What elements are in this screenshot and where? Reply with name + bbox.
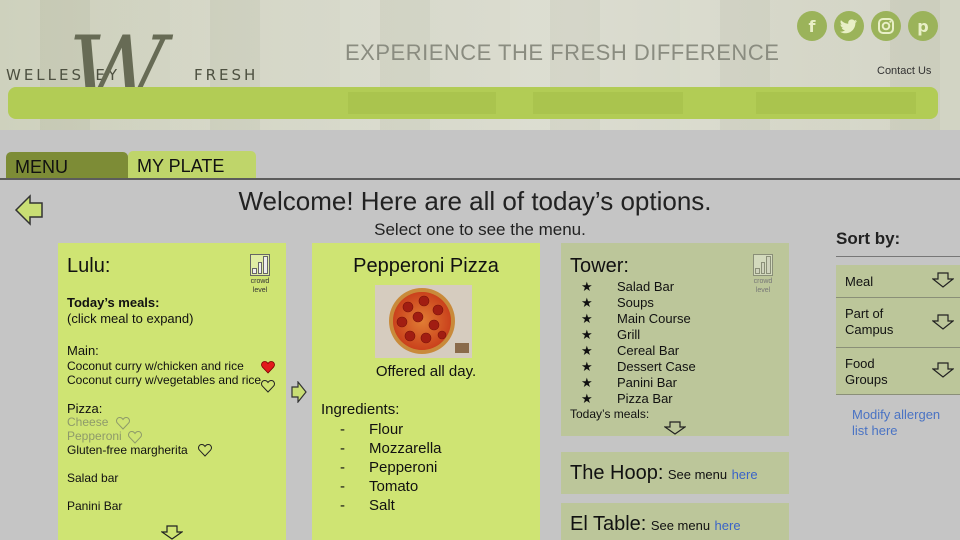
ingredient-item: - Flour (340, 421, 404, 438)
meal-item[interactable]: Coconut curry w/vegetables and rice (67, 373, 261, 387)
heart-outline-icon[interactable] (116, 416, 130, 430)
sort-by-heading: Sort by: (836, 229, 901, 248)
eltable-title: El Table: (570, 513, 647, 535)
dish-title: Pepperoni Pizza (353, 255, 499, 277)
sort-option-meal[interactable]: Meal (836, 265, 960, 298)
star-icon: ★ (581, 327, 593, 342)
lulu-card[interactable]: Lulu: crowd level Today’s meals: (click … (58, 243, 286, 540)
heart-filled-icon[interactable] (261, 360, 275, 374)
heart-outline-icon[interactable] (128, 430, 142, 444)
nav-segment[interactable] (533, 92, 683, 114)
tab-my-plate[interactable]: MY PLATE (128, 151, 256, 179)
main-label: Main: (67, 343, 99, 358)
tab-divider (0, 178, 960, 180)
star-icon: ★ (581, 359, 593, 374)
tagline: EXPERIENCE THE FRESH DIFFERENCE (345, 40, 780, 65)
pizza-label: Pizza: (67, 401, 103, 416)
the-hoop-card[interactable]: The Hoop: See menu here (561, 452, 789, 494)
see-menu-text: See menu (650, 518, 711, 533)
station-item[interactable]: ★ Pizza Bar (581, 391, 696, 407)
star-icon: ★ (581, 295, 593, 310)
sort-option-label: Part of Campus (845, 306, 894, 337)
station-item[interactable]: ★ Salad Bar (581, 279, 696, 295)
social-links: f p (797, 11, 938, 41)
todays-meals-heading: Today’s meals: (570, 407, 650, 421)
pizza-detail-card: Pepperoni Pizza Offered all day. Ingredi… (312, 243, 540, 540)
eltable-menu-link[interactable]: here (715, 518, 741, 533)
chevron-down-icon[interactable] (932, 313, 954, 330)
meal-item[interactable]: Gluten-free margherita (67, 443, 188, 457)
star-icon: ★ (581, 343, 593, 358)
station-item[interactable]: ★ Panini Bar (581, 375, 696, 391)
heart-outline-icon[interactable] (198, 443, 212, 457)
crowd-level-indicator: crowd level (245, 254, 275, 295)
station-item[interactable]: ★ Cereal Bar (581, 343, 696, 359)
station-item[interactable]: ★ Main Course (581, 311, 696, 327)
offered-time: Offered all day. (375, 363, 477, 380)
hoop-menu-link[interactable]: here (732, 467, 758, 482)
welcome-subtitle: Select one to see the menu. (374, 220, 586, 239)
welcome-heading: Welcome! Here are all of today’s options… (238, 186, 712, 216)
nav-segment[interactable] (348, 92, 496, 114)
meal-item[interactable]: Coconut curry w/chicken and rice (67, 359, 244, 373)
ingredient-item: - Mozzarella (340, 440, 442, 457)
sort-divider (836, 256, 960, 257)
facebook-icon[interactable]: f (797, 11, 827, 41)
pizza-image (375, 285, 472, 358)
meal-item[interactable]: Salad bar (67, 471, 118, 485)
crowd-level-indicator: crowd level (748, 254, 778, 295)
sort-option-label: Meal (845, 274, 874, 289)
detail-arrow-icon (291, 381, 307, 403)
station-item[interactable]: ★ Dessert Case (581, 359, 696, 375)
heart-outline-icon[interactable] (261, 379, 275, 393)
star-icon: ★ (581, 375, 593, 390)
twitter-icon[interactable] (834, 11, 864, 41)
modify-allergen-link[interactable]: Modify allergen list here (852, 407, 952, 439)
scroll-down-arrow-icon[interactable] (161, 525, 183, 540)
hoop-title: The Hoop: (570, 462, 664, 484)
star-icon: ★ (581, 391, 593, 406)
station-item[interactable]: ★ Soups (581, 295, 696, 311)
ingredients-list: - Flour - Mozzarella - Pepperoni - Tomato -S… (340, 420, 442, 515)
star-icon: ★ (581, 279, 593, 294)
meal-item-unavailable[interactable]: Pepperoni (67, 429, 122, 443)
crowd-level-label: crowd level (250, 278, 270, 294)
chevron-down-icon[interactable] (932, 362, 954, 378)
logo-text-right: FRESH (194, 66, 259, 84)
crowd-level-icon (250, 254, 270, 276)
crowd-level-label: crowd level (753, 278, 773, 294)
meal-item-unavailable[interactable]: Cheese (67, 415, 108, 429)
todays-meals-heading: Today’s meals: (67, 295, 160, 310)
station-item[interactable]: ★ Grill (581, 327, 696, 343)
ingredients-heading: Ingredients: (321, 401, 400, 418)
tower-station-list: ★ Salad Bar ★ Soups ★ Main Course ★ Grill ★ C… (581, 279, 696, 407)
expand-down-arrow-icon[interactable] (664, 421, 686, 435)
star-icon: ★ (581, 311, 593, 326)
el-table-card[interactable]: El Table: See menu here (561, 503, 789, 540)
tower-card[interactable]: Tower: crowd level ★ Salad Bar ★ Soups ★ Ma… (561, 243, 789, 436)
sort-option-food-groups[interactable]: Food Groups (836, 348, 960, 395)
meal-item[interactable]: Panini Bar (67, 499, 122, 513)
main-nav-bar[interactable] (8, 87, 938, 119)
instagram-icon[interactable] (871, 11, 901, 41)
ingredient-item: - Tomato (340, 478, 419, 495)
contact-us-link[interactable]: Contact Us (877, 65, 931, 77)
crowd-level-icon (753, 254, 773, 276)
expand-hint: (click meal to expand) (67, 311, 194, 326)
chevron-down-icon[interactable] (932, 272, 954, 288)
tab-menu[interactable]: MENU (6, 152, 128, 180)
sort-option-label: Food Groups (845, 356, 888, 387)
see-menu-text: See menu (667, 467, 728, 482)
ingredient-item: - Salt (340, 497, 395, 514)
pinterest-icon[interactable]: p (908, 11, 938, 41)
ingredient-item: - Pepperoni (340, 459, 438, 476)
site-header: WELLESLEY W FRESH EXPERIENCE THE FRESH D… (0, 0, 960, 130)
sort-option-part-of-campus[interactable]: Part of Campus (836, 298, 960, 348)
nav-segment[interactable] (756, 92, 916, 114)
